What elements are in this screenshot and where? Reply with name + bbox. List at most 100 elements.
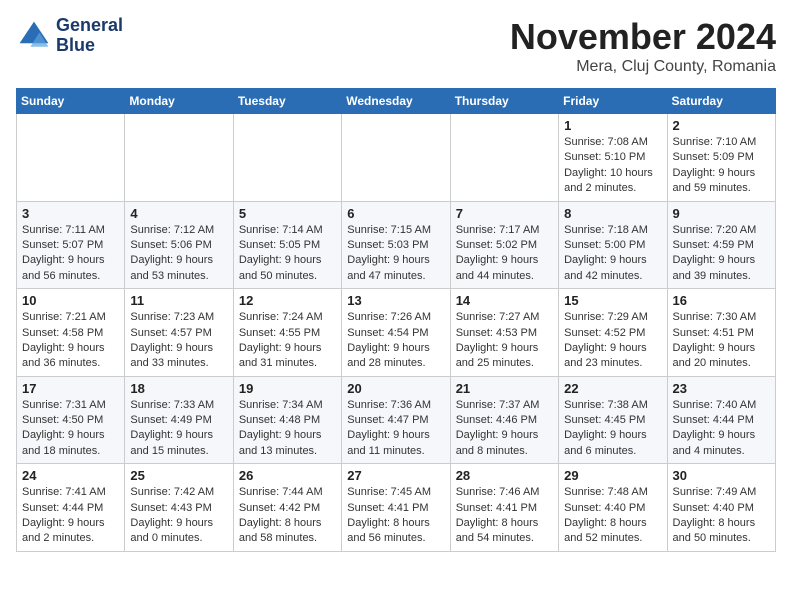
week-row-4: 17 Sunrise: 7:31 AMSunset: 4:50 PMDayligh… <box>17 376 776 464</box>
day-info: Sunrise: 7:31 AMSunset: 4:50 PMDaylight:… <box>22 398 119 460</box>
day-info: Sunrise: 7:20 AMSunset: 4:59 PMDaylight:… <box>673 223 770 285</box>
day-cell: 2Sunrise: 7:10 AMSunset: 5:09 PMDaylight… <box>667 114 775 202</box>
day-cell: 29Sunrise: 7:48 AMSunset: 4:40 PMDayligh… <box>559 464 667 552</box>
logo-icon <box>16 18 52 54</box>
day-number: 23 <box>673 381 770 396</box>
day-number: 9 <box>673 206 770 221</box>
day-number: 19 <box>239 381 336 396</box>
page-header: General Blue November 2024 Mera, Cluj Co… <box>16 16 776 76</box>
day-number: 12 <box>239 293 336 308</box>
day-number: 20 <box>347 381 444 396</box>
day-info: Sunrise: 7:38 AMSunset: 4:45 PMDaylight:… <box>564 398 661 460</box>
week-row-3: 10Sunrise: 7:21 AMSunset: 4:58 PMDayligh… <box>17 289 776 377</box>
day-cell: 22 Sunrise: 7:38 AMSunset: 4:45 PMDayligh… <box>559 376 667 464</box>
day-info: Sunrise: 7:26 AMSunset: 4:54 PMDaylight:… <box>347 310 444 372</box>
day-number: 24 <box>22 468 119 483</box>
calendar-table: SundayMondayTuesdayWednesdayThursdayFrid… <box>16 88 776 552</box>
week-row-2: 3 Sunrise: 7:11 AMSunset: 5:07 PMDaylight… <box>17 201 776 289</box>
day-cell: 27 Sunrise: 7:45 AMSunset: 4:41 PMDayligh… <box>342 464 450 552</box>
day-number: 11 <box>130 293 227 308</box>
day-info: Sunrise: 7:33 AMSunset: 4:49 PMDaylight:… <box>130 398 227 460</box>
day-info: Sunrise: 7:27 AMSunset: 4:53 PMDaylight:… <box>456 310 553 372</box>
day-cell: 8 Sunrise: 7:18 AMSunset: 5:00 PMDaylight… <box>559 201 667 289</box>
day-number: 1 <box>564 118 661 133</box>
day-cell: 3 Sunrise: 7:11 AMSunset: 5:07 PMDaylight… <box>17 201 125 289</box>
day-info: Sunrise: 7:11 AMSunset: 5:07 PMDaylight:… <box>22 223 119 285</box>
week-row-5: 24 Sunrise: 7:41 AMSunset: 4:44 PMDayligh… <box>17 464 776 552</box>
day-number: 5 <box>239 206 336 221</box>
day-cell: 6 Sunrise: 7:15 AMSunset: 5:03 PMDaylight… <box>342 201 450 289</box>
day-info: Sunrise: 7:34 AMSunset: 4:48 PMDaylight:… <box>239 398 336 460</box>
weekday-header-thursday: Thursday <box>450 89 558 114</box>
day-cell: 25 Sunrise: 7:42 AMSunset: 4:43 PMDayligh… <box>125 464 233 552</box>
day-info: Sunrise: 7:44 AMSunset: 4:42 PMDaylight:… <box>239 485 336 547</box>
day-cell: 17 Sunrise: 7:31 AMSunset: 4:50 PMDayligh… <box>17 376 125 464</box>
day-number: 6 <box>347 206 444 221</box>
day-number: 2 <box>673 118 770 133</box>
day-info: Sunrise: 7:23 AMSunset: 4:57 PMDaylight:… <box>130 310 227 372</box>
day-info: Sunrise: 7:36 AMSunset: 4:47 PMDaylight:… <box>347 398 444 460</box>
day-cell: 11 Sunrise: 7:23 AMSunset: 4:57 PMDayligh… <box>125 289 233 377</box>
day-number: 15 <box>564 293 661 308</box>
day-number: 14 <box>456 293 553 308</box>
day-cell: 23 Sunrise: 7:40 AMSunset: 4:44 PMDayligh… <box>667 376 775 464</box>
day-number: 3 <box>22 206 119 221</box>
day-number: 21 <box>456 381 553 396</box>
day-cell: 28Sunrise: 7:46 AMSunset: 4:41 PMDayligh… <box>450 464 558 552</box>
weekday-header-wednesday: Wednesday <box>342 89 450 114</box>
day-number: 28 <box>456 468 553 483</box>
day-cell: 26 Sunrise: 7:44 AMSunset: 4:42 PMDayligh… <box>233 464 341 552</box>
day-cell: 13 Sunrise: 7:26 AMSunset: 4:54 PMDayligh… <box>342 289 450 377</box>
day-info: Sunrise: 7:18 AMSunset: 5:00 PMDaylight:… <box>564 223 661 285</box>
day-cell: 19 Sunrise: 7:34 AMSunset: 4:48 PMDayligh… <box>233 376 341 464</box>
day-info: Sunrise: 7:42 AMSunset: 4:43 PMDaylight:… <box>130 485 227 547</box>
day-cell: 7 Sunrise: 7:17 AMSunset: 5:02 PMDaylight… <box>450 201 558 289</box>
day-cell: 20 Sunrise: 7:36 AMSunset: 4:47 PMDayligh… <box>342 376 450 464</box>
day-cell: 9 Sunrise: 7:20 AMSunset: 4:59 PMDaylight… <box>667 201 775 289</box>
weekday-header-monday: Monday <box>125 89 233 114</box>
day-info: Sunrise: 7:17 AMSunset: 5:02 PMDaylight:… <box>456 223 553 285</box>
day-info: Sunrise: 7:15 AMSunset: 5:03 PMDaylight:… <box>347 223 444 285</box>
logo-text: General Blue <box>56 16 123 56</box>
day-number: 17 <box>22 381 119 396</box>
day-number: 18 <box>130 381 227 396</box>
logo-line1: General <box>56 16 123 36</box>
day-number: 29 <box>564 468 661 483</box>
day-number: 10 <box>22 293 119 308</box>
month-title: November 2024 <box>510 16 776 58</box>
day-cell: 10Sunrise: 7:21 AMSunset: 4:58 PMDayligh… <box>17 289 125 377</box>
day-info: Sunrise: 7:45 AMSunset: 4:41 PMDaylight:… <box>347 485 444 547</box>
day-number: 27 <box>347 468 444 483</box>
day-cell: 14 Sunrise: 7:27 AMSunset: 4:53 PMDayligh… <box>450 289 558 377</box>
day-info: Sunrise: 7:08 AMSunset: 5:10 PMDaylight:… <box>564 135 661 197</box>
day-cell: 15Sunrise: 7:29 AMSunset: 4:52 PMDayligh… <box>559 289 667 377</box>
weekday-header-row: SundayMondayTuesdayWednesdayThursdayFrid… <box>17 89 776 114</box>
day-cell: 12 Sunrise: 7:24 AMSunset: 4:55 PMDayligh… <box>233 289 341 377</box>
day-cell: 16Sunrise: 7:30 AMSunset: 4:51 PMDayligh… <box>667 289 775 377</box>
day-number: 22 <box>564 381 661 396</box>
day-number: 25 <box>130 468 227 483</box>
weekday-header-sunday: Sunday <box>17 89 125 114</box>
day-cell <box>233 114 341 202</box>
day-number: 13 <box>347 293 444 308</box>
weekday-header-friday: Friday <box>559 89 667 114</box>
title-block: November 2024 Mera, Cluj County, Romania <box>510 16 776 76</box>
day-info: Sunrise: 7:12 AMSunset: 5:06 PMDaylight:… <box>130 223 227 285</box>
day-cell <box>342 114 450 202</box>
day-cell: 24 Sunrise: 7:41 AMSunset: 4:44 PMDayligh… <box>17 464 125 552</box>
day-info: Sunrise: 7:41 AMSunset: 4:44 PMDaylight:… <box>22 485 119 547</box>
logo-line2: Blue <box>56 36 123 56</box>
day-number: 7 <box>456 206 553 221</box>
day-number: 26 <box>239 468 336 483</box>
day-cell: 18 Sunrise: 7:33 AMSunset: 4:49 PMDayligh… <box>125 376 233 464</box>
day-cell: 5Sunrise: 7:14 AMSunset: 5:05 PMDaylight… <box>233 201 341 289</box>
day-number: 30 <box>673 468 770 483</box>
day-cell: 4 Sunrise: 7:12 AMSunset: 5:06 PMDaylight… <box>125 201 233 289</box>
day-cell <box>17 114 125 202</box>
day-cell: 1 Sunrise: 7:08 AMSunset: 5:10 PMDaylight… <box>559 114 667 202</box>
day-number: 8 <box>564 206 661 221</box>
day-info: Sunrise: 7:24 AMSunset: 4:55 PMDaylight:… <box>239 310 336 372</box>
day-number: 4 <box>130 206 227 221</box>
day-info: Sunrise: 7:30 AMSunset: 4:51 PMDaylight:… <box>673 310 770 372</box>
day-info: Sunrise: 7:40 AMSunset: 4:44 PMDaylight:… <box>673 398 770 460</box>
